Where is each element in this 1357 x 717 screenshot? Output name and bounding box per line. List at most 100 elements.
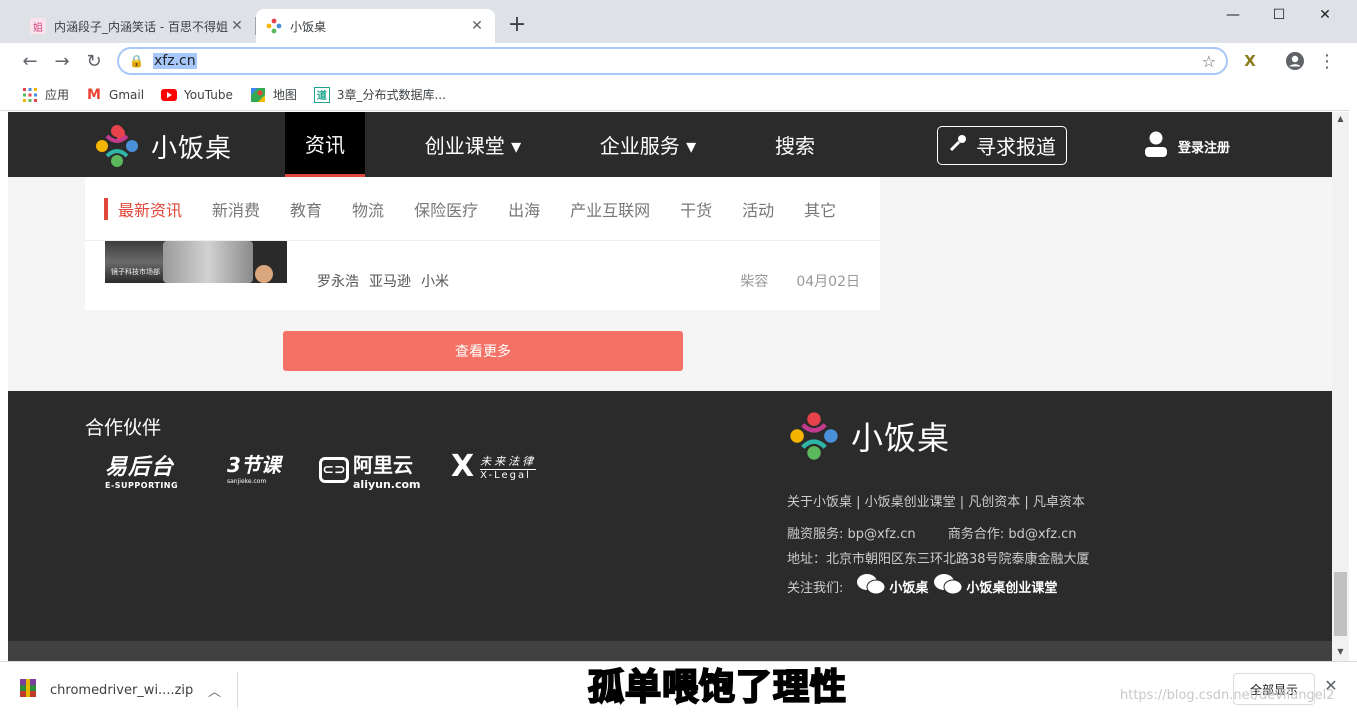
article-thumbnail[interactable]: 镜子科技市场部 xyxy=(105,241,287,283)
zip-file-icon xyxy=(20,679,36,701)
footer-logo[interactable]: 小饭桌 xyxy=(787,409,950,463)
bookmark-youtube[interactable]: YouTube xyxy=(161,87,233,103)
bookmark-label: 地图 xyxy=(272,88,297,102)
load-more-button[interactable]: 查看更多 xyxy=(283,331,683,371)
nav-startup-class[interactable]: 创业课堂 ▾ xyxy=(418,112,528,177)
scroll-down-icon[interactable]: ▼ xyxy=(1332,645,1349,659)
category-consumer[interactable]: 新消费 xyxy=(212,197,260,221)
partner-name: 未来法律 xyxy=(480,454,537,468)
reload-icon: ↻ xyxy=(86,50,102,72)
partner-sub: aliyun.com xyxy=(353,478,421,491)
tab-close-icon[interactable]: ✕ xyxy=(469,18,485,34)
category-education[interactable]: 教育 xyxy=(290,197,322,221)
bookmark-gmail[interactable]: M Gmail xyxy=(86,87,144,103)
seek-report-button[interactable]: 寻求报道 xyxy=(937,126,1067,165)
minimize-button[interactable]: — xyxy=(1210,0,1256,30)
tab-baisi[interactable]: 姐 内涵段子_内涵笑话 - 百思不得姐 ✕ xyxy=(20,9,255,43)
address-bar[interactable]: 🔒 xfz.cn ☆ xyxy=(117,47,1228,75)
finance-contact[interactable]: 融资服务: bp@xfz.cn xyxy=(787,527,916,542)
bookmark-apps[interactable]: 应用 xyxy=(22,86,69,103)
business-contact[interactable]: 商务合作: bd@xfz.cn xyxy=(948,527,1077,542)
tag-item[interactable]: 罗永浩 xyxy=(317,271,359,291)
bookmark-maps[interactable]: 地图 xyxy=(250,86,297,103)
category-latest[interactable]: 最新资讯 xyxy=(118,197,182,221)
back-button[interactable]: ← xyxy=(16,47,44,75)
partner-name: 3节课 xyxy=(227,453,281,477)
article-meta: 柴容 04月02日 xyxy=(712,271,860,291)
partner-aliyun[interactable]: ⊂⊃ 阿里云 aliyun.com xyxy=(319,449,421,491)
bookmark-label: 3章_分布式数据库... xyxy=(336,88,446,102)
thumbnail-caption: 镜子科技市场部 xyxy=(111,268,160,276)
gmail-icon: M xyxy=(87,86,101,103)
footer-follow: 关注我们: 小饭桌 小饭桌创业课堂 xyxy=(787,573,1057,599)
nav-news[interactable]: 资讯 xyxy=(285,112,365,177)
browser-toolbar: ← → ↻ 🔒 xfz.cn ☆ X ⋮ xyxy=(0,43,1357,79)
bookmark-label: YouTube xyxy=(184,87,233,102)
login-label: 登录注册 xyxy=(1178,140,1231,156)
tab-xfz[interactable]: 小饭桌 ✕ xyxy=(256,9,495,43)
forward-button[interactable]: → xyxy=(48,47,76,75)
xfz-logo-icon xyxy=(790,412,838,460)
login-register[interactable]: 登录注册 xyxy=(1144,130,1230,162)
extension-icon[interactable]: X xyxy=(1236,47,1264,75)
partner-sanjieke[interactable]: 3节课 sanjieke.com xyxy=(227,449,281,485)
menu-icon[interactable]: ⋮ xyxy=(1313,47,1341,75)
profile-icon[interactable] xyxy=(1281,47,1309,75)
reload-button[interactable]: ↻ xyxy=(80,47,108,75)
xlegal-logo-icon: X xyxy=(451,449,475,484)
category-other[interactable]: 其它 xyxy=(804,197,836,221)
page-viewport: 小饭桌 资讯 创业课堂 ▾ 企业服务 ▾ 搜索 寻求报道 登录注册 最新资讯 新… xyxy=(8,112,1332,661)
window-close-button[interactable]: ✕ xyxy=(1302,0,1348,30)
bookmark-star-icon[interactable]: ☆ xyxy=(1202,52,1216,71)
footer-links[interactable]: 关于小饭桌 | 小饭桌创业课堂 | 凡创资本 | 凡卓资本 xyxy=(787,491,1085,510)
partner-sub: E-SUPPORTING xyxy=(105,481,179,490)
youtube-icon xyxy=(161,87,178,103)
nav-search[interactable]: 搜索 xyxy=(765,112,825,177)
scroll-up-icon[interactable]: ▲ xyxy=(1332,112,1349,126)
xfz-logo-icon xyxy=(96,125,138,167)
user-icon xyxy=(1144,130,1168,162)
category-nav: 最新资讯 新消费 教育 物流 保险医疗 出海 产业互联网 干货 活动 其它 xyxy=(85,177,880,241)
category-overseas[interactable]: 出海 xyxy=(508,197,540,221)
bookmark-doc[interactable]: 道 3章_分布式数据库... xyxy=(313,86,446,103)
maximize-button[interactable]: ☐ xyxy=(1256,0,1302,30)
partner-sub: sanjieke.com xyxy=(227,478,267,485)
logo-text: 小饭桌 xyxy=(151,133,233,164)
url-text[interactable]: xfz.cn xyxy=(153,53,197,69)
bookmarks-bar: 应用 M Gmail YouTube 地图 道 3章_分布式数据库... xyxy=(0,79,1349,111)
category-industrial-internet[interactable]: 产业互联网 xyxy=(570,197,650,221)
category-insurance-medical[interactable]: 保险医疗 xyxy=(414,197,478,221)
download-item[interactable]: chromedriver_wi....zip ︿ xyxy=(20,672,238,708)
bookmark-label: Gmail xyxy=(109,87,145,102)
partner-xlegal[interactable]: X 未来法律 X-Legal xyxy=(451,449,537,484)
active-indicator xyxy=(104,197,108,220)
scrollbar-thumb[interactable] xyxy=(1334,572,1347,636)
video-subtitle: 孤单喂饱了理性 xyxy=(587,666,848,709)
partner-esupporting[interactable]: 易后台 E-SUPPORTING xyxy=(105,449,178,490)
news-card: 最新资讯 新消费 教育 物流 保险医疗 出海 产业互联网 干货 活动 其它 镜子… xyxy=(85,177,880,310)
new-tab-button[interactable]: + xyxy=(505,14,529,38)
category-logistics[interactable]: 物流 xyxy=(352,197,384,221)
nav-enterprise[interactable]: 企业服务 ▾ xyxy=(593,112,703,177)
follow-xfz-class[interactable]: 小饭桌创业课堂 xyxy=(966,577,1057,596)
tag-item[interactable]: 亚马逊 xyxy=(369,271,411,291)
baisi-favicon-icon: 姐 xyxy=(30,18,46,34)
partner-name: 易后台 xyxy=(105,455,175,480)
partners-title: 合作伙伴 xyxy=(85,417,162,439)
article-date: 04月02日 xyxy=(796,274,860,290)
apps-grid-icon xyxy=(22,87,38,103)
site-header: 小饭桌 资讯 创业课堂 ▾ 企业服务 ▾ 搜索 寻求报道 登录注册 xyxy=(8,112,1332,177)
doc-icon: 道 xyxy=(313,86,330,103)
follow-xfz[interactable]: 小饭桌 xyxy=(889,577,928,596)
arrow-right-icon: → xyxy=(54,50,70,72)
site-logo[interactable]: 小饭桌 xyxy=(93,122,232,170)
tab-close-icon[interactable]: ✕ xyxy=(229,18,245,34)
category-dry-goods[interactable]: 干货 xyxy=(680,197,712,221)
arrow-left-icon: ← xyxy=(22,50,38,72)
category-events[interactable]: 活动 xyxy=(742,197,774,221)
csdn-watermark: https://blog.csdn.net/devilangel2 xyxy=(1120,688,1335,703)
tab-title: 内涵段子_内涵笑话 - 百思不得姐 xyxy=(54,19,228,34)
tag-item[interactable]: 小米 xyxy=(421,271,449,291)
aliyun-logo-icon: ⊂⊃ xyxy=(319,457,349,483)
chevron-up-icon[interactable]: ︿ xyxy=(208,681,221,700)
